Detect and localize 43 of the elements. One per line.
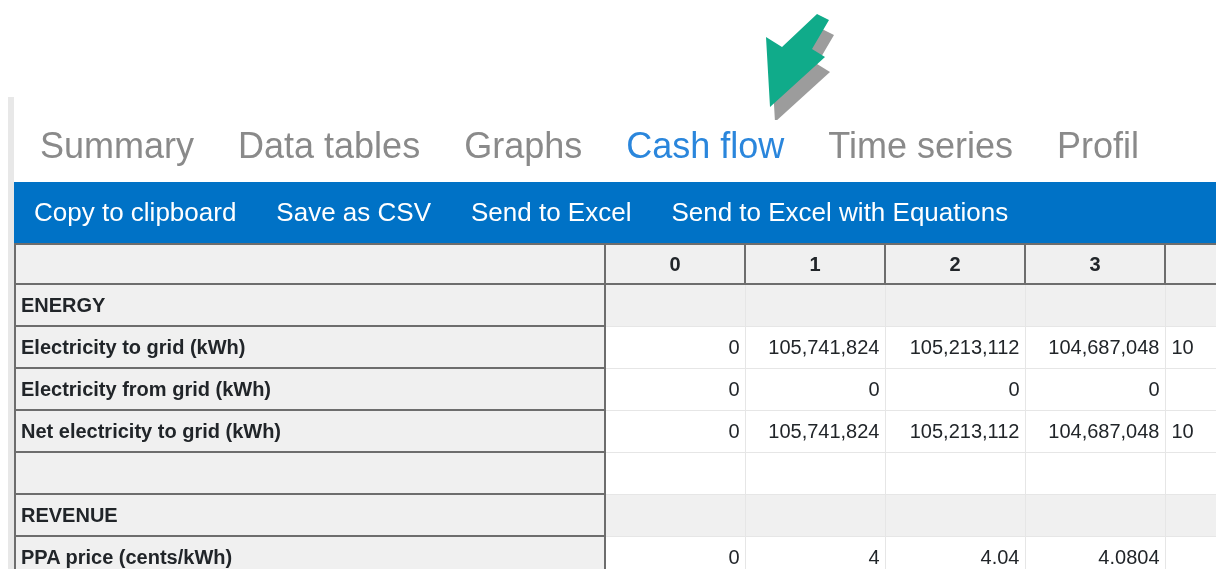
table-cell: 0 [745, 368, 885, 410]
table-cell: 104,687,048 [1025, 410, 1165, 452]
table-cell: 4.0804 [1025, 536, 1165, 569]
section-row-cell [1165, 494, 1216, 536]
row-label: Electricity to grid (kWh) [15, 326, 605, 368]
table-cell: 105,741,824 [745, 410, 885, 452]
toolbar-button[interactable]: Copy to clipboard [34, 193, 237, 232]
table-cell: 10 [1165, 410, 1216, 452]
table-cell: 105,741,824 [745, 326, 885, 368]
table-cell: 10 [1165, 326, 1216, 368]
table-cell: 105,213,112 [885, 326, 1025, 368]
column-header: 0 [605, 244, 745, 284]
toolbar-button[interactable]: Send to Excel [471, 193, 632, 232]
table-cell: 0 [605, 326, 745, 368]
section-heading: REVENUE [15, 494, 605, 536]
section-row-cell [1165, 284, 1216, 326]
tab[interactable]: Data tables [238, 128, 421, 164]
row-label: Net electricity to grid (kWh) [15, 410, 605, 452]
row-label: Electricity from grid (kWh) [15, 368, 605, 410]
section-heading: ENERGY [15, 284, 605, 326]
column-header: 2 [885, 244, 1025, 284]
table-cell [1165, 452, 1216, 494]
column-header [1165, 244, 1216, 284]
table-cell: 0 [605, 536, 745, 569]
table-cell: 0 [605, 410, 745, 452]
row-label: PPA price (cents/kWh) [15, 536, 605, 569]
tab[interactable]: Cash flow [626, 128, 785, 164]
table-cell: 4 [745, 536, 885, 569]
tab[interactable]: Summary [40, 128, 195, 164]
table-cell: 0 [1025, 368, 1165, 410]
table-cell: 0 [885, 368, 1025, 410]
tab[interactable]: Time series [828, 128, 1013, 164]
table-cell [1165, 368, 1216, 410]
table-cell: 105,213,112 [885, 410, 1025, 452]
column-header: 3 [1025, 244, 1165, 284]
table-cell: 0 [605, 368, 745, 410]
table-cell: 4.04 [885, 536, 1025, 569]
toolbar-button[interactable]: Send to Excel with Equations [671, 193, 1009, 232]
toolbar-button[interactable]: Save as CSV [276, 193, 431, 232]
column-header: 1 [745, 244, 885, 284]
tab[interactable]: Graphs [464, 128, 583, 164]
table-cell: 104,687,048 [1025, 326, 1165, 368]
tab[interactable]: Profil [1056, 128, 1139, 164]
